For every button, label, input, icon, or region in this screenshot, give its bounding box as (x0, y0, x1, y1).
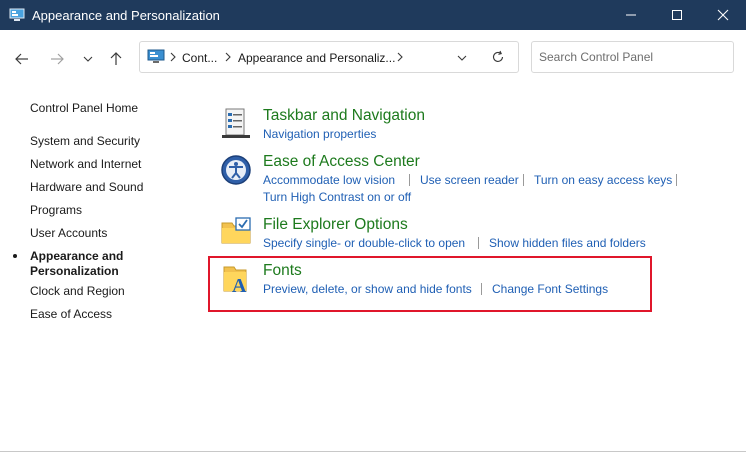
arrow-up-icon (110, 52, 122, 65)
sidebar-item-ease-of-access[interactable]: Ease of Access (30, 307, 112, 321)
back-button[interactable] (11, 48, 33, 70)
minimize-icon (626, 14, 636, 16)
link-navigation-properties[interactable]: Navigation properties (263, 127, 376, 141)
sidebar-item-appearance-and-personalization[interactable]: Appearance and Personalization (30, 249, 140, 279)
category-file-explorer-options[interactable]: File Explorer Options (263, 216, 408, 234)
link-accommodate-low-vision[interactable]: Accommodate low vision (263, 173, 395, 187)
address-bar[interactable]: Cont... Appearance and Personaliz... (139, 41, 519, 73)
control-panel-icon (147, 49, 165, 70)
highlight-box (208, 256, 652, 312)
taskbar-icon (220, 107, 252, 139)
close-button[interactable] (700, 0, 746, 30)
link-separator (523, 174, 524, 186)
sidebar-item-programs[interactable]: Programs (30, 203, 82, 217)
search-input[interactable] (539, 49, 724, 65)
maximize-icon (672, 10, 682, 20)
forward-button[interactable] (46, 48, 68, 70)
active-item-bullet (13, 254, 17, 258)
window-title: Appearance and Personalization (32, 8, 220, 23)
sidebar-control-panel-home[interactable]: Control Panel Home (30, 101, 138, 115)
sidebar-item-network-and-internet[interactable]: Network and Internet (30, 157, 141, 171)
link-separator (409, 174, 410, 186)
search-box[interactable] (531, 41, 734, 73)
maximize-button[interactable] (654, 0, 700, 30)
chevron-down-icon (457, 55, 467, 61)
address-history-button[interactable] (456, 51, 468, 69)
refresh-icon (492, 50, 504, 62)
breadcrumb-control-panel[interactable]: Cont... (182, 51, 217, 65)
chevron-down-icon (83, 56, 93, 62)
control-panel-icon (9, 8, 25, 27)
category-ease-of-access-center[interactable]: Ease of Access Center (263, 153, 420, 171)
breadcrumb-separator-icon (396, 50, 404, 69)
breadcrumb-separator-icon (224, 50, 232, 69)
sidebar-item-system-and-security[interactable]: System and Security (30, 134, 140, 148)
link-show-hidden-files[interactable]: Show hidden files and folders (489, 236, 646, 250)
folder-options-icon (220, 215, 252, 247)
arrow-left-icon (15, 53, 28, 65)
sidebar-item-hardware-and-sound[interactable]: Hardware and Sound (30, 180, 143, 194)
link-use-screen-reader[interactable]: Use screen reader (420, 173, 519, 187)
breadcrumb-separator-icon (169, 50, 177, 69)
link-separator (676, 174, 677, 186)
sidebar-item-user-accounts[interactable]: User Accounts (30, 226, 107, 240)
arrow-right-icon (51, 53, 64, 65)
ease-of-access-icon (220, 154, 252, 186)
close-icon (717, 9, 729, 21)
link-turn-high-contrast[interactable]: Turn High Contrast on or off (263, 190, 411, 204)
recent-locations-button[interactable] (77, 48, 99, 70)
link-turn-on-easy-access-keys[interactable]: Turn on easy access keys (534, 173, 672, 187)
refresh-button[interactable] (491, 50, 505, 69)
minimize-button[interactable] (608, 0, 654, 30)
link-separator (478, 237, 479, 249)
sidebar-item-clock-and-region[interactable]: Clock and Region (30, 284, 125, 298)
title-bar: Appearance and Personalization (0, 0, 746, 30)
link-single-double-click[interactable]: Specify single- or double-click to open (263, 236, 465, 250)
category-taskbar-and-navigation[interactable]: Taskbar and Navigation (263, 107, 425, 125)
up-button[interactable] (105, 48, 127, 70)
breadcrumb-appearance[interactable]: Appearance and Personaliz... (238, 51, 395, 65)
